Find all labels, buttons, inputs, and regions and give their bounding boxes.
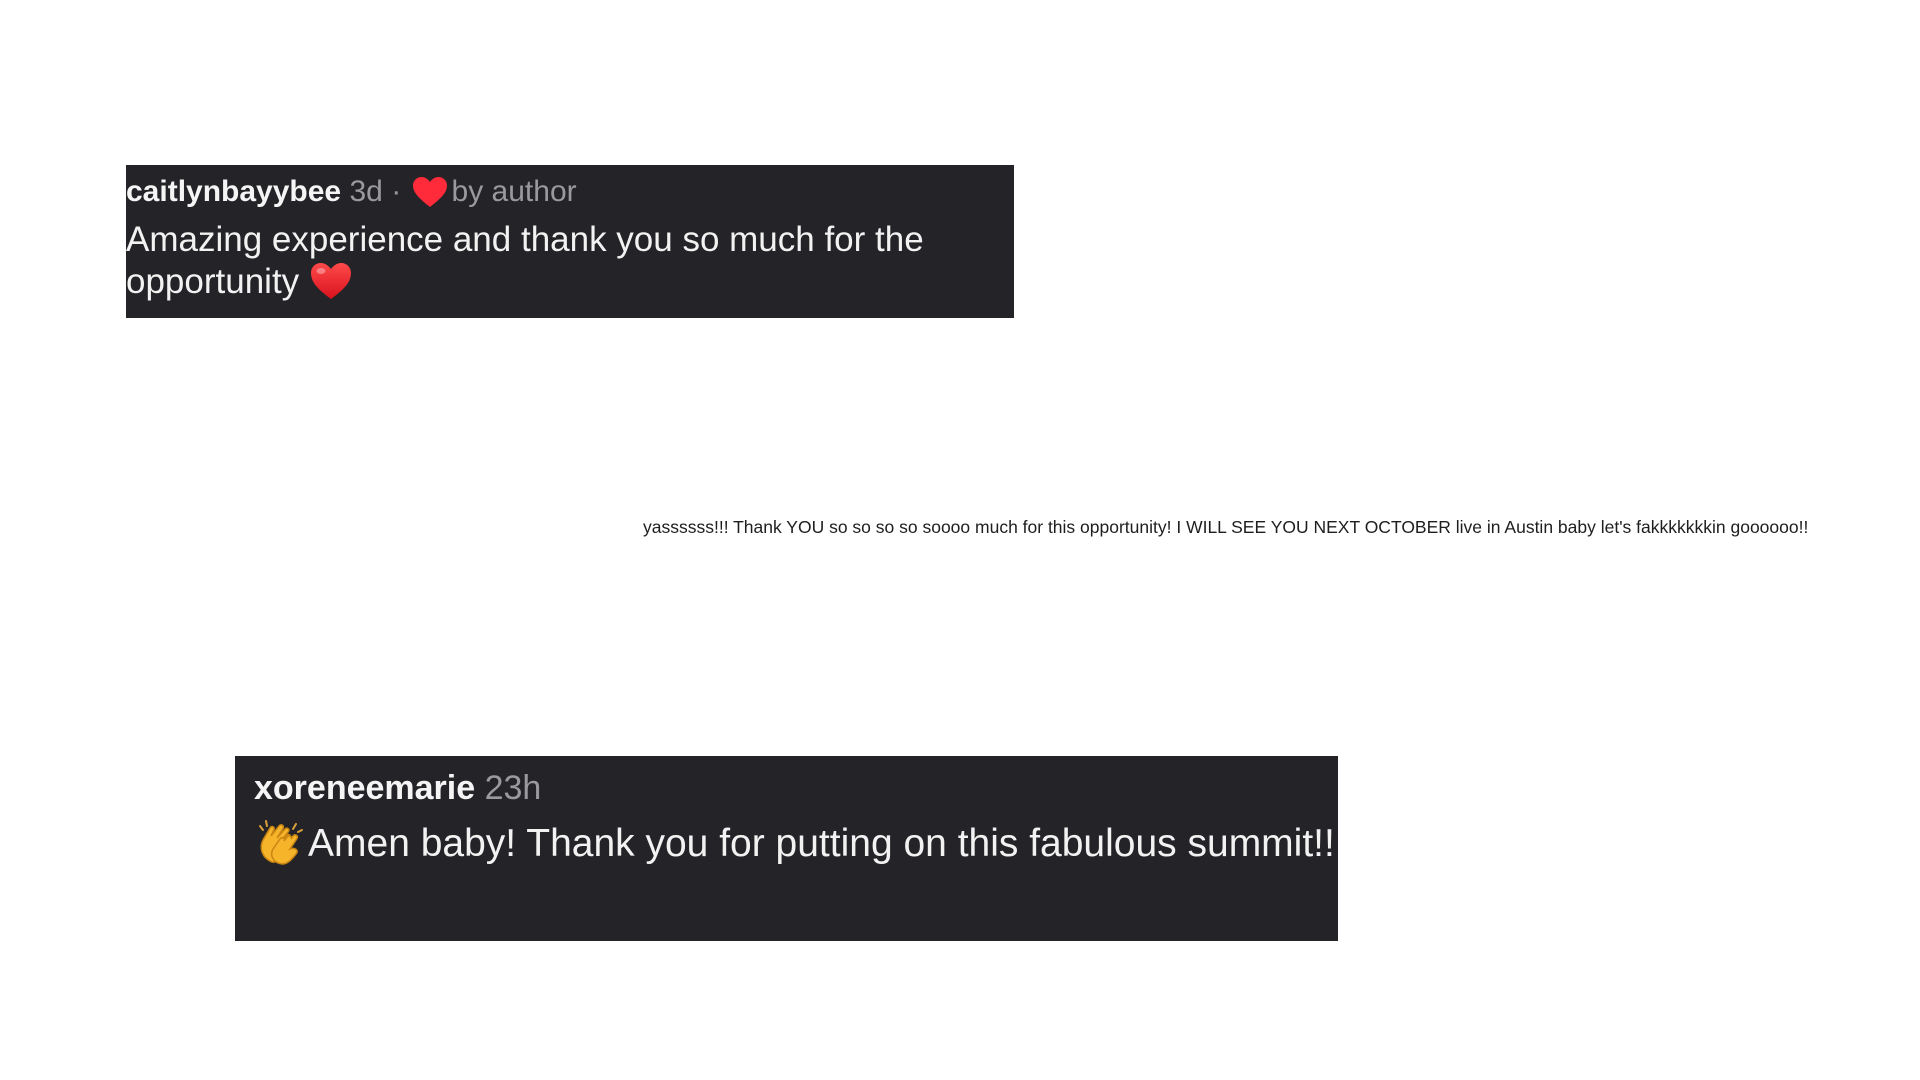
liked-by-author-label: by author: [451, 175, 577, 208]
comment-text: Amazing experience and thank you so much…: [126, 220, 924, 301]
comment-username[interactable]: xoreneemarie: [254, 769, 475, 807]
comment-meta: xoreneemarie 23h: [254, 768, 1338, 808]
comment-card: xoreneemarie 23h Amen baby! Thank you fo…: [235, 756, 1338, 941]
comment-body: Amazing experience and thank you so much…: [126, 219, 1004, 303]
comment-timestamp: 3d: [349, 175, 383, 208]
comment-card: caitlynbayybee 3d · by author Amazing ex…: [126, 165, 1014, 318]
comment-meta: caitlynbayybee 3d · by author: [126, 175, 1004, 209]
red-heart-emoji-icon: [309, 261, 353, 301]
comment-timestamp: 23h: [484, 769, 542, 807]
heart-icon: [412, 176, 448, 208]
comment-text: Amen baby! Thank you for putting on this…: [308, 822, 1335, 865]
clapping-hands-icon: [254, 818, 308, 868]
meta-separator: ·: [391, 175, 402, 208]
comment-username[interactable]: caitlynbayybee: [126, 175, 341, 208]
plain-comment-text: yassssss!!! Thank YOU so so so so soooo …: [643, 517, 1809, 537]
comment-body: Amen baby! Thank you for putting on this…: [254, 818, 1338, 869]
